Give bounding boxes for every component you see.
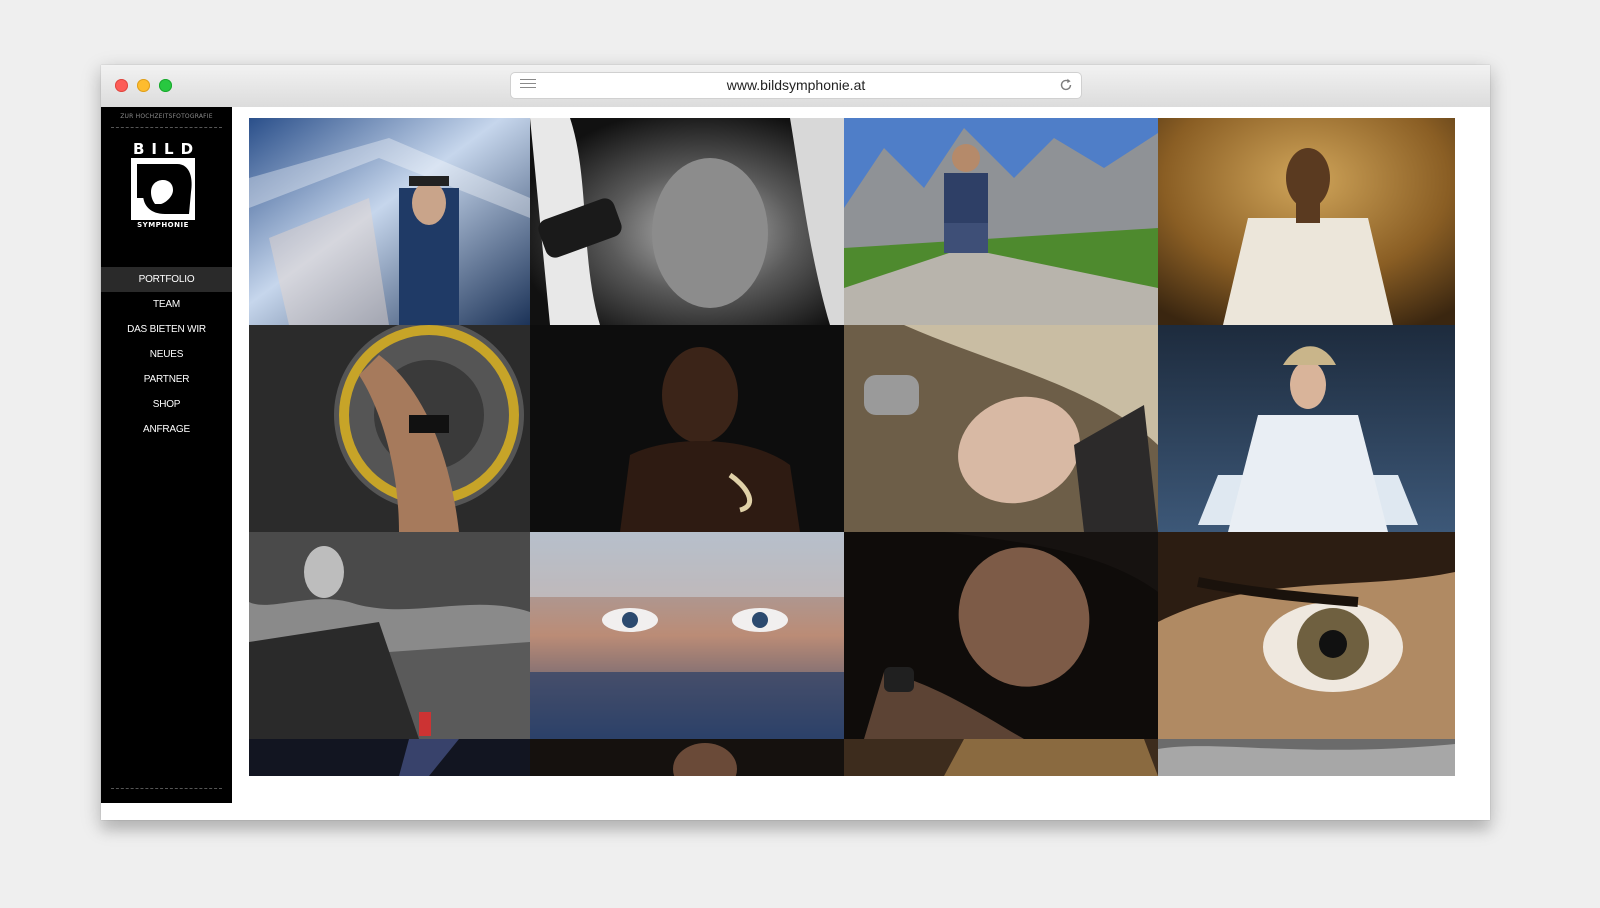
browser-titlebar: www.bildsymphonie.at [101,65,1490,108]
window-bottom-bar [101,803,1490,820]
logo-mark [131,158,195,220]
main-nav: PORTFOLIO TEAM DAS BIETEN WIR NEUES PART… [101,267,232,442]
logo-wordmark-bottom: SYMPHONIE [137,221,189,229]
portfolio-photo[interactable] [249,118,530,325]
zoom-window-button[interactable] [159,79,172,92]
nav-item-news[interactable]: NEUES [101,342,232,367]
nav-item-team[interactable]: TEAM [101,292,232,317]
portfolio-content [232,107,1490,803]
divider [111,127,222,128]
portfolio-photo[interactable] [844,532,1158,739]
close-window-button[interactable] [115,79,128,92]
site-logo[interactable]: BILD SYMPHONIE [127,140,199,235]
portfolio-grid [249,118,1455,776]
nav-item-portfolio[interactable]: PORTFOLIO [101,267,232,292]
wedding-photography-link[interactable]: ZUR HOCHZEITSFOTOGRAFIE [101,113,232,120]
nav-item-inquiry[interactable]: ANFRAGE [101,417,232,442]
portfolio-photo[interactable] [1158,118,1455,325]
portfolio-photo[interactable] [530,325,844,532]
nav-item-services[interactable]: DAS BIETEN WIR [101,317,232,342]
portfolio-photo[interactable] [844,118,1158,325]
nav-item-partner[interactable]: PARTNER [101,367,232,392]
nav-item-shop[interactable]: SHOP [101,392,232,417]
divider [111,788,222,789]
portfolio-photo[interactable] [1158,325,1455,532]
window-shadow [101,820,1490,832]
logo-wordmark-top: BILD [133,140,201,158]
portfolio-photo[interactable] [530,739,844,776]
portfolio-photo[interactable] [249,325,530,532]
portfolio-photo[interactable] [1158,739,1455,776]
portfolio-photo[interactable] [530,118,844,325]
browser-window: www.bildsymphonie.at ZUR HOCHZEITSFOTOGR… [101,65,1490,820]
portfolio-photo[interactable] [1158,532,1455,739]
portfolio-photo[interactable] [844,739,1158,776]
minimize-window-button[interactable] [137,79,150,92]
portfolio-photo[interactable] [844,325,1158,532]
url-text[interactable]: www.bildsymphonie.at [511,77,1081,93]
site-sidebar: ZUR HOCHZEITSFOTOGRAFIE BILD SYMPHONIE P… [101,107,232,803]
address-bar[interactable]: www.bildsymphonie.at [511,73,1081,98]
portfolio-photo[interactable] [530,532,844,739]
reload-icon[interactable] [1057,76,1075,94]
portfolio-photo[interactable] [249,532,530,739]
portfolio-photo[interactable] [249,739,530,776]
